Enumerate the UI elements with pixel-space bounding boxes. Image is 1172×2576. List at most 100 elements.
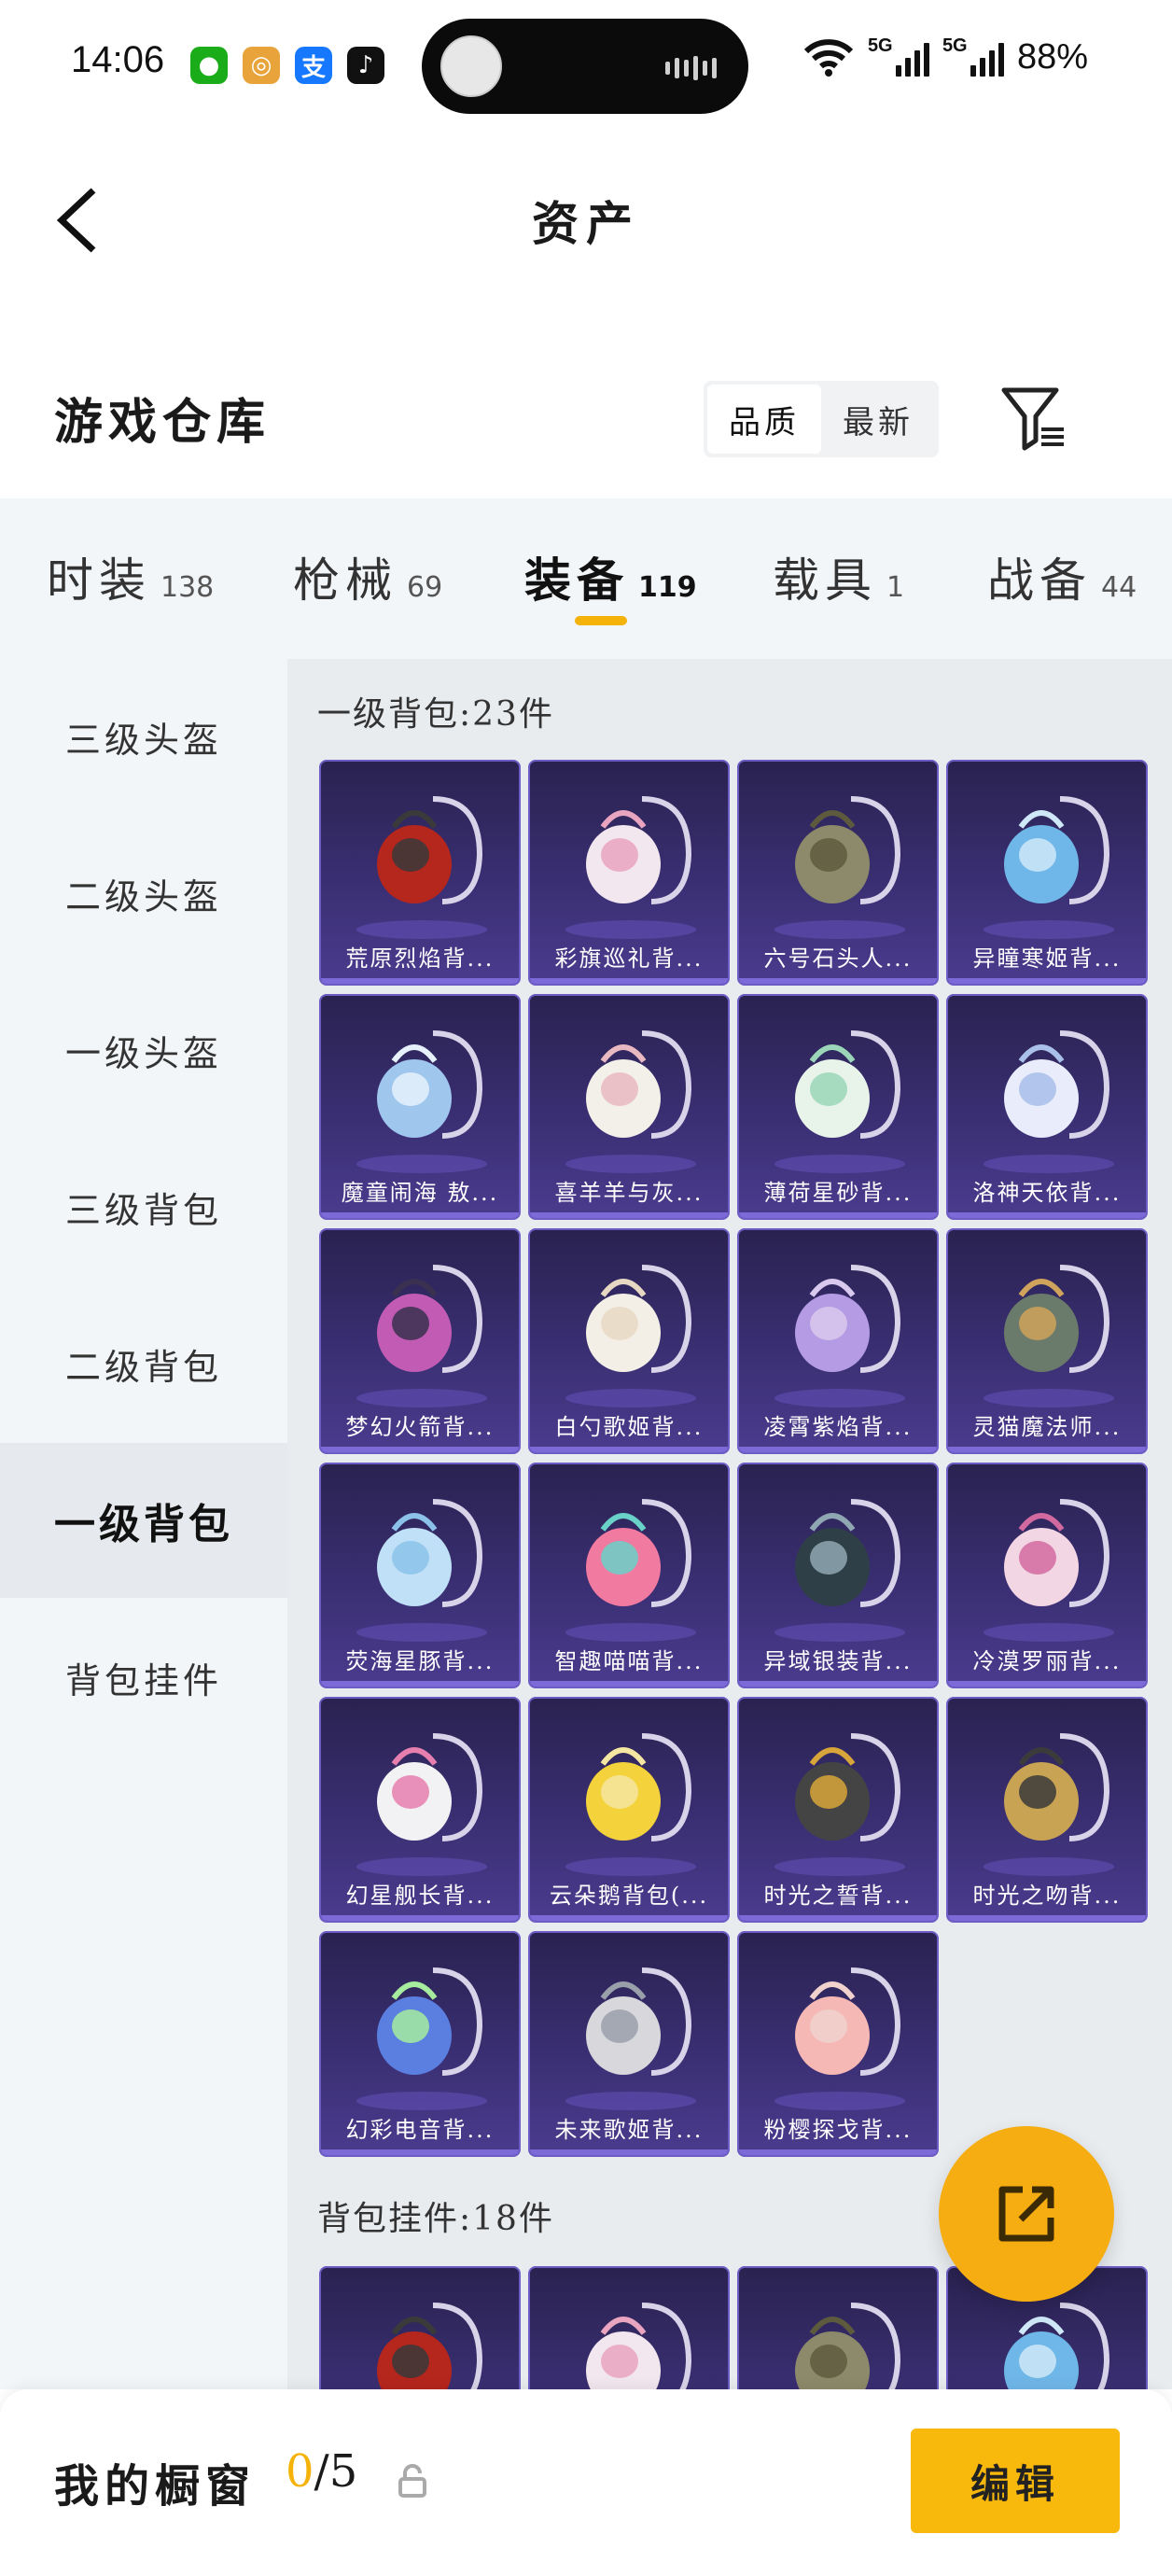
backpack-item-image [984, 1030, 1114, 1173]
sort-toggle: 品质 最新 [704, 381, 939, 457]
status-right: 5G 5G 88% [802, 35, 1088, 77]
share-button[interactable] [939, 2126, 1114, 2302]
backpack-item-card[interactable]: 白勺歌姬背... [528, 1228, 730, 1454]
charm-item-image [377, 2303, 483, 2389]
backpack-item-image [356, 1499, 487, 1642]
backpack-item-image [565, 1499, 696, 1642]
tab-weapons[interactable]: 枪械 69 [293, 543, 442, 610]
sort-quality-button[interactable]: 品质 [707, 385, 821, 454]
backpack-item-name: 未来歌姬背... [554, 2117, 704, 2143]
backpack-item-name: 彩旗巡礼背... [554, 945, 704, 972]
tab-vehicles[interactable]: 载具 1 [773, 543, 904, 610]
backpack-item-image [356, 796, 487, 939]
battery-level: 88% [1016, 37, 1088, 77]
backpack-item-card[interactable]: 幻星舰长背... [319, 1697, 521, 1923]
backpack-item-image [774, 1030, 905, 1173]
signal-icon: 5G [868, 35, 929, 77]
backpack-item-card[interactable]: 幻彩电音背... [319, 1931, 521, 2157]
status-bar: 14:06 ● ◎ 支 ♪ 5G 5G 88% [0, 0, 1172, 131]
backpack-item-card[interactable]: 荧海星豚背... [319, 1463, 521, 1688]
backpack-item-card[interactable]: 六号石头人... [737, 760, 939, 986]
filter-icon[interactable] [998, 383, 1069, 454]
backpack-item-name: 六号石头人... [763, 945, 913, 972]
backpack-item-card[interactable]: 异域银装背... [737, 1463, 939, 1688]
backpack-item-card[interactable]: 云朵鹅背包(... [528, 1697, 730, 1923]
backpack-item-card[interactable]: 未来歌姬背... [528, 1931, 730, 2157]
backpack-item-image [565, 1030, 696, 1173]
backpack-item-image [984, 796, 1114, 939]
app-icon: ◎ [243, 47, 280, 84]
charm-item-card[interactable] [319, 2266, 521, 2389]
backpack-item-name: 荒原烈焰背... [345, 945, 495, 972]
tab-supplies[interactable]: 战备 44 [987, 543, 1137, 610]
backpack-item-name: 时光之吻背... [972, 1883, 1122, 1909]
sidebar-item-backpack-charm[interactable]: 背包挂件 [0, 1600, 287, 1755]
backpack-item-card[interactable]: 灵猫魔法师... [946, 1228, 1148, 1454]
backpack-item-card[interactable]: 喜羊羊与灰... [528, 994, 730, 1220]
sort-newest-button[interactable]: 最新 [821, 385, 935, 454]
backpack-item-name: 喜羊羊与灰... [554, 1180, 704, 1206]
lock-icon [398, 2464, 426, 2498]
backpack-item-name: 时光之誓背... [763, 1883, 913, 1909]
backpack-item-card[interactable]: 时光之誓背... [737, 1697, 939, 1923]
backpack-item-name: 幻彩电音背... [345, 2117, 495, 2143]
backpack-item-card[interactable]: 凌霄紫焰背... [737, 1228, 939, 1454]
backpack-item-image [565, 1265, 696, 1407]
backpack-item-card[interactable]: 智趣喵喵背... [528, 1463, 730, 1688]
backpack-item-name: 凌霄紫焰背... [763, 1414, 913, 1440]
backpack-item-image [984, 1733, 1114, 1876]
backpack-item-image [356, 1967, 487, 2110]
tab-equipment[interactable]: 装备 119 [524, 543, 697, 610]
backpack-item-image [774, 1265, 905, 1407]
backpack-item-image [356, 1030, 487, 1173]
alipay-icon: 支 [295, 47, 332, 84]
charm-item-card[interactable] [528, 2266, 730, 2389]
tab-fashion[interactable]: 时装 138 [47, 543, 214, 610]
backpack-item-name: 灵猫魔法师... [972, 1414, 1122, 1440]
backpack-item-card[interactable]: 薄荷星砂背... [737, 994, 939, 1220]
edit-button[interactable]: 编辑 [911, 2429, 1120, 2533]
tiktok-icon: ♪ [347, 47, 384, 84]
backpack-item-name: 云朵鹅背包(... [549, 1883, 709, 1909]
signal-icon-2: 5G [942, 35, 1004, 77]
backpack-item-name: 魔童闹海 敖... [341, 1180, 499, 1206]
backpack-item-name: 幻星舰长背... [345, 1883, 495, 1909]
group-title-level1-backpack: 一级背包:23件 [317, 695, 554, 734]
backpack-item-image [774, 1733, 905, 1876]
audio-wave-icon [665, 56, 717, 80]
sidebar-item-level2-helmet[interactable]: 二级头盔 [0, 816, 287, 971]
share-external-icon [998, 2186, 1054, 2242]
backpack-item-image [356, 1265, 487, 1407]
sidebar-item-level2-backpack[interactable]: 二级背包 [0, 1286, 287, 1441]
status-time: 14:06 [71, 39, 165, 80]
charm-item-card[interactable] [737, 2266, 939, 2389]
backpack-item-card[interactable]: 魔童闹海 敖... [319, 994, 521, 1220]
backpack-item-card[interactable]: 时光之吻背... [946, 1697, 1148, 1923]
backpack-item-card[interactable]: 冷漠罗丽背... [946, 1463, 1148, 1688]
backpack-item-card[interactable]: 洛神天依背... [946, 994, 1148, 1220]
backpack-item-card[interactable]: 彩旗巡礼背... [528, 760, 730, 986]
sidebar-item-level1-backpack[interactable]: 一级背包 [0, 1443, 287, 1598]
page-title: 资产 [532, 196, 640, 251]
sidebar-item-level1-helmet[interactable]: 一级头盔 [0, 973, 287, 1127]
backpack-item-card[interactable]: 梦幻火箭背... [319, 1228, 521, 1454]
backpack-item-name: 异域银装背... [763, 1648, 913, 1674]
backpack-item-name: 梦幻火箭背... [345, 1414, 495, 1440]
backpack-item-name: 荧海星豚背... [345, 1648, 495, 1674]
backpack-item-name: 智趣喵喵背... [554, 1648, 704, 1674]
backpack-item-card[interactable]: 荒原烈焰背... [319, 760, 521, 986]
backpack-item-card[interactable]: 粉樱探戈背... [737, 1931, 939, 2157]
backpack-item-name: 洛神天依背... [972, 1180, 1122, 1206]
charm-item-image [795, 2303, 901, 2389]
backpack-item-card[interactable]: 异瞳寒姬背... [946, 760, 1148, 986]
backpack-item-name: 异瞳寒姬背... [972, 945, 1122, 972]
active-tab-indicator [575, 616, 627, 625]
dynamic-island[interactable] [422, 19, 748, 114]
warehouse-title: 游戏仓库 [54, 394, 272, 451]
sidebar-item-level3-helmet[interactable]: 三级头盔 [0, 659, 287, 814]
showcase-count: 0/5 [286, 2445, 358, 2498]
showcase-title: 我的橱窗 [54, 2460, 257, 2513]
backpack-item-name: 冷漠罗丽背... [972, 1648, 1122, 1674]
backpack-item-name: 粉樱探戈背... [763, 2117, 913, 2143]
sidebar-item-level3-backpack[interactable]: 三级背包 [0, 1129, 287, 1284]
